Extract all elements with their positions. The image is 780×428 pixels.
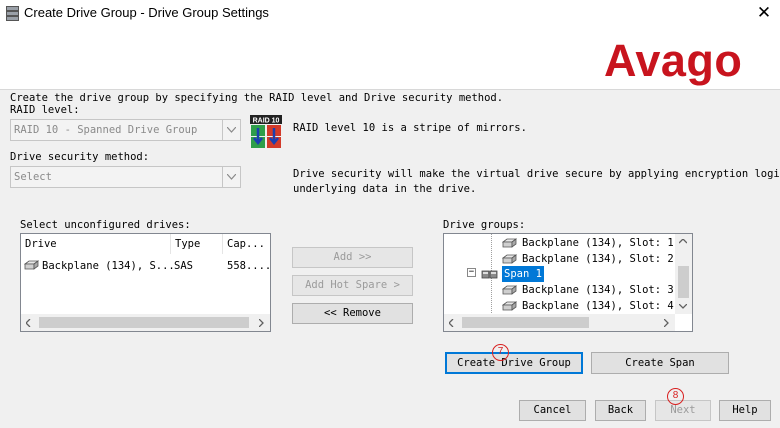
drive-type-cell: SAS	[174, 260, 193, 272]
tree-item-label: Backplane (134), Slot: 1:	[522, 237, 681, 249]
unconfigured-drives-list[interactable]: Drive Type Cap... Backplane (134), S... …	[20, 233, 271, 332]
tree-collapse-toggle[interactable]: −	[467, 268, 476, 277]
scrollbar-thumb[interactable]	[39, 317, 249, 328]
scroll-right-icon[interactable]	[259, 319, 264, 327]
hard-drive-icon	[502, 254, 517, 264]
add-button[interactable]: Add >>	[292, 247, 413, 268]
avago-logo: Avago	[604, 35, 743, 86]
raid-icon-text: RAID 10	[253, 118, 280, 125]
security-method-label: Drive security method:	[10, 151, 150, 163]
drive-capacity-cell: 558....	[227, 260, 272, 272]
raid-level-select[interactable]: RAID 10 - Spanned Drive Group	[10, 119, 241, 141]
help-button[interactable]: Help	[719, 400, 771, 421]
step-callout-7: 7	[492, 344, 509, 361]
scroll-down-icon[interactable]	[679, 304, 687, 309]
table-row[interactable]: Backplane (134), S... SAS 558....	[21, 258, 272, 274]
scrollbar-thumb[interactable]	[462, 317, 589, 328]
vertical-scrollbar[interactable]	[675, 234, 692, 314]
chevron-down-icon[interactable]	[222, 120, 240, 140]
scroll-right-icon[interactable]	[664, 319, 669, 327]
hard-drive-icon	[502, 301, 517, 311]
tree-item-label: Backplane (134), Slot: 3:	[522, 284, 681, 296]
back-button[interactable]: Back	[595, 400, 646, 421]
drive-stack-icon	[6, 6, 19, 21]
create-drive-group-button[interactable]: Create Drive Group	[445, 352, 583, 374]
scroll-up-icon[interactable]	[679, 239, 687, 244]
step-callout-8: 8	[667, 388, 684, 405]
raid-description: RAID level 10 is a stripe of mirrors.	[293, 122, 527, 134]
drive-groups-tree[interactable]: Backplane (134), Slot: 1: Backplane (134…	[443, 233, 693, 332]
next-button[interactable]: Next	[655, 400, 711, 421]
add-hot-spare-button[interactable]: Add Hot Spare >	[292, 275, 413, 296]
column-header-drive[interactable]: Drive	[21, 234, 171, 254]
column-header-capacity[interactable]: Cap...	[223, 234, 270, 254]
security-description-line1: Drive security will make the virtual dri…	[293, 168, 780, 180]
scroll-left-icon[interactable]	[26, 319, 31, 327]
security-method-value: Select	[14, 171, 52, 183]
unconfigured-drives-label: Select unconfigured drives:	[20, 219, 191, 231]
tree-item-label: Span 1	[502, 266, 544, 282]
tree-item-label: Backplane (134), Slot: 2:	[522, 253, 681, 265]
intro-text: Create the drive group by specifying the…	[10, 92, 504, 104]
remove-button[interactable]: << Remove	[292, 303, 413, 324]
scroll-left-icon[interactable]	[449, 319, 454, 327]
column-header-type[interactable]: Type	[171, 234, 223, 254]
create-span-button[interactable]: Create Span	[591, 352, 729, 374]
raid-level-label: RAID level:	[10, 104, 80, 116]
chevron-down-icon[interactable]	[222, 167, 240, 187]
tree-item-label: Backplane (134), Slot: 4:	[522, 300, 681, 312]
drive-name-cell: Backplane (134), S...	[42, 260, 175, 272]
scrollbar-thumb[interactable]	[678, 266, 689, 298]
drive-groups-label: Drive groups:	[443, 219, 526, 231]
security-method-select[interactable]: Select	[10, 166, 241, 188]
raid-level-value: RAID 10 - Spanned Drive Group	[14, 124, 198, 136]
hard-drive-icon	[502, 285, 517, 295]
raid-10-icon: RAID 10	[250, 115, 282, 148]
horizontal-scrollbar[interactable]	[444, 314, 675, 331]
close-button[interactable]: ✕	[752, 2, 776, 24]
drive-group-icon	[481, 270, 498, 279]
hard-drive-icon	[502, 238, 517, 248]
horizontal-scrollbar[interactable]	[21, 314, 270, 331]
hard-drive-icon	[24, 260, 39, 270]
security-description-line2: underlying data in the drive.	[293, 183, 477, 195]
window-title: Create Drive Group - Drive Group Setting…	[24, 5, 269, 20]
cancel-button[interactable]: Cancel	[519, 400, 586, 421]
